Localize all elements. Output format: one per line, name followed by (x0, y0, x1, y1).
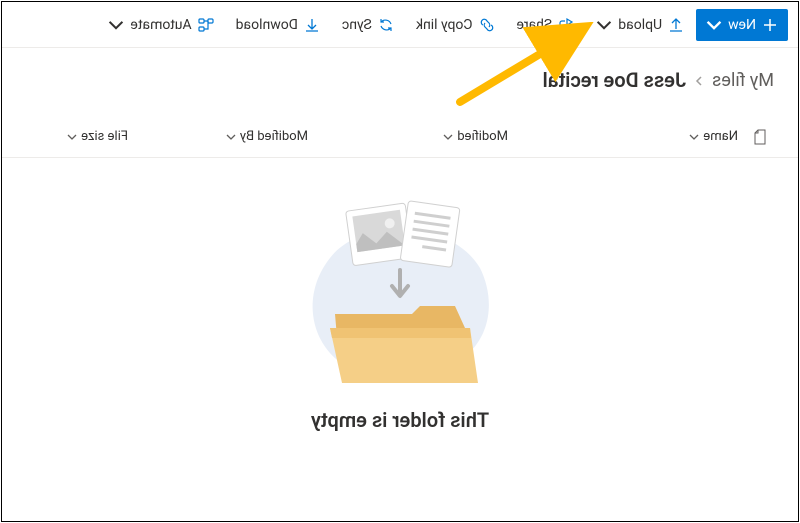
empty-folder-illustration (280, 188, 520, 398)
column-header-modified[interactable]: Modified (308, 129, 508, 144)
empty-folder-message: This folder is empty (311, 408, 489, 432)
column-header-file-size[interactable]: File size (18, 129, 128, 144)
sync-icon (378, 17, 394, 33)
upload-button-label: Upload (618, 17, 662, 33)
sync-button-label: Sync (342, 17, 372, 33)
chevron-right-icon (694, 70, 704, 91)
new-button[interactable]: New (696, 9, 788, 41)
download-icon (304, 17, 320, 33)
chevron-down-icon (443, 132, 453, 142)
column-header-name[interactable]: Name (508, 129, 738, 144)
share-button-label: Share (517, 17, 553, 33)
chevron-down-icon (596, 17, 612, 33)
new-button-label: New (728, 17, 756, 33)
breadcrumb-current: Jess Doe recital (543, 68, 687, 92)
chevron-down-icon (706, 17, 722, 33)
chevron-down-icon (67, 132, 77, 142)
column-file-type-icon[interactable] (738, 129, 782, 145)
upload-button[interactable]: Upload (586, 9, 694, 41)
column-header-modified-by[interactable]: Modified By (128, 129, 308, 144)
breadcrumb: My files Jess Doe recital (2, 48, 798, 96)
chevron-down-icon (108, 17, 124, 33)
plus-icon (762, 17, 778, 33)
download-button[interactable]: Download (226, 9, 330, 41)
automate-button-label: Automate (130, 17, 191, 33)
automate-button[interactable]: Automate (98, 9, 223, 41)
share-icon (558, 17, 574, 33)
copy-link-button[interactable]: Copy link (406, 9, 505, 41)
empty-folder-state: This folder is empty (2, 158, 798, 432)
toolbar: New Upload Share Copy link (2, 2, 798, 48)
chevron-down-icon (226, 132, 236, 142)
breadcrumb-root[interactable]: My files (712, 70, 774, 91)
upload-icon (668, 17, 684, 33)
chevron-down-icon (689, 132, 699, 142)
link-icon (479, 17, 495, 33)
copy-link-button-label: Copy link (416, 17, 473, 33)
column-headers: Name Modified Modified By File size (2, 116, 798, 158)
flow-icon (198, 17, 214, 33)
sync-button[interactable]: Sync (332, 9, 404, 41)
download-button-label: Download (236, 17, 298, 33)
share-button[interactable]: Share (507, 9, 585, 41)
